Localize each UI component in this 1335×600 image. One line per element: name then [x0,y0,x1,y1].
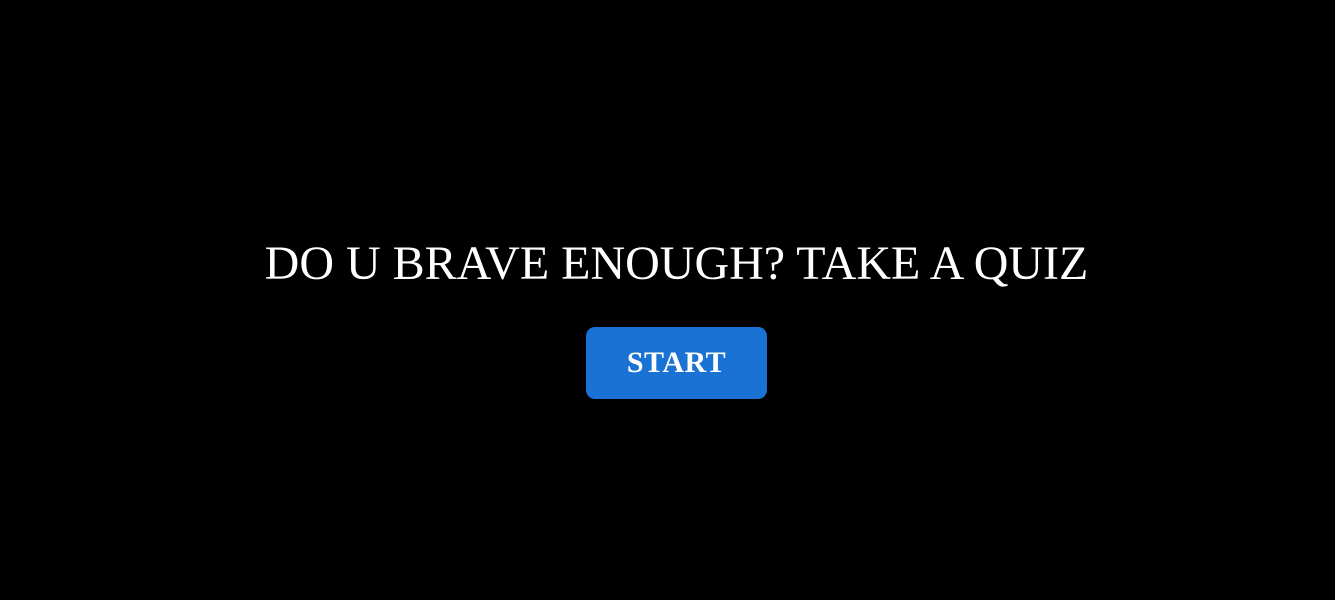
quiz-start-screen: DO U BRAVE ENOUGH? TAKE A QUIZ START [0,0,1335,600]
start-button[interactable]: START [586,327,767,399]
page-title: DO U BRAVE ENOUGH? TAKE A QUIZ [264,237,1089,290]
